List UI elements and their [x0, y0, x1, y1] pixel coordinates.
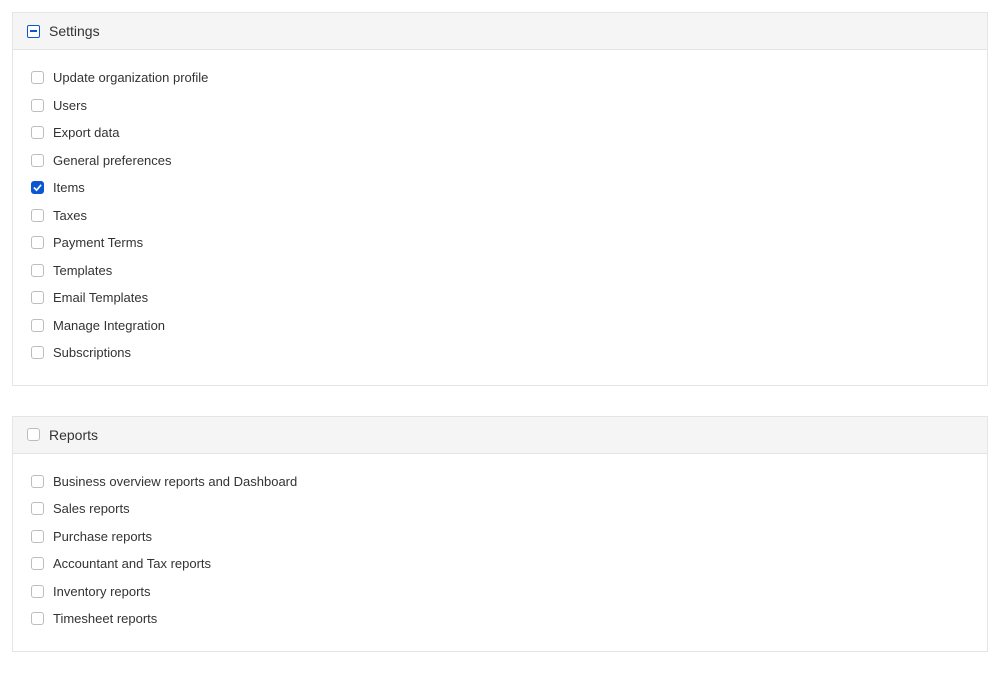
option-inventory-reports: Inventory reports	[31, 578, 969, 606]
checkbox-icon[interactable]	[31, 209, 44, 222]
option-label[interactable]: Update organization profile	[53, 68, 208, 88]
option-general-preferences: General preferences	[31, 147, 969, 175]
checkbox-icon[interactable]	[31, 154, 44, 167]
checkbox-icon[interactable]	[31, 475, 44, 488]
option-export-data: Export data	[31, 119, 969, 147]
checkbox-icon[interactable]	[31, 181, 44, 194]
option-users: Users	[31, 92, 969, 120]
checkbox-icon[interactable]	[31, 126, 44, 139]
reports-body: Business overview reports and Dashboard …	[13, 454, 987, 651]
option-taxes: Taxes	[31, 202, 969, 230]
settings-title: Settings	[49, 23, 100, 39]
option-items: Items	[31, 174, 969, 202]
option-label[interactable]: Timesheet reports	[53, 609, 157, 629]
option-label[interactable]: Sales reports	[53, 499, 130, 519]
checkbox-icon[interactable]	[31, 502, 44, 515]
checkbox-icon[interactable]	[31, 585, 44, 598]
checkbox-icon[interactable]	[31, 264, 44, 277]
option-manage-integration: Manage Integration	[31, 312, 969, 340]
checkbox-icon[interactable]	[31, 530, 44, 543]
checkbox-icon[interactable]	[31, 71, 44, 84]
option-label[interactable]: Manage Integration	[53, 316, 165, 336]
option-label[interactable]: Inventory reports	[53, 582, 151, 602]
reports-panel: Reports Business overview reports and Da…	[12, 416, 988, 652]
reports-header: Reports	[13, 417, 987, 454]
checkbox-icon[interactable]	[31, 99, 44, 112]
option-label[interactable]: Accountant and Tax reports	[53, 554, 211, 574]
checkbox-icon[interactable]	[27, 428, 40, 441]
option-sales-reports: Sales reports	[31, 495, 969, 523]
checkbox-icon[interactable]	[31, 346, 44, 359]
option-label[interactable]: Export data	[53, 123, 120, 143]
option-update-organization-profile: Update organization profile	[31, 64, 969, 92]
option-label[interactable]: Purchase reports	[53, 527, 152, 547]
minus-square-icon[interactable]	[27, 25, 40, 38]
settings-body: Update organization profile Users Export…	[13, 50, 987, 385]
checkbox-icon[interactable]	[31, 612, 44, 625]
option-purchase-reports: Purchase reports	[31, 523, 969, 551]
option-label[interactable]: Payment Terms	[53, 233, 143, 253]
checkbox-icon[interactable]	[31, 236, 44, 249]
option-label[interactable]: General preferences	[53, 151, 172, 171]
option-accountant-tax-reports: Accountant and Tax reports	[31, 550, 969, 578]
checkbox-icon[interactable]	[31, 557, 44, 570]
option-label[interactable]: Items	[53, 178, 85, 198]
option-label[interactable]: Email Templates	[53, 288, 148, 308]
settings-panel: Settings Update organization profile Use…	[12, 12, 988, 386]
option-label[interactable]: Subscriptions	[53, 343, 131, 363]
option-label[interactable]: Taxes	[53, 206, 87, 226]
option-email-templates: Email Templates	[31, 284, 969, 312]
checkbox-icon[interactable]	[31, 291, 44, 304]
option-label[interactable]: Business overview reports and Dashboard	[53, 472, 297, 492]
option-templates: Templates	[31, 257, 969, 285]
option-timesheet-reports: Timesheet reports	[31, 605, 969, 633]
reports-title: Reports	[49, 427, 98, 443]
option-subscriptions: Subscriptions	[31, 339, 969, 367]
option-label[interactable]: Users	[53, 96, 87, 116]
settings-header: Settings	[13, 13, 987, 50]
option-payment-terms: Payment Terms	[31, 229, 969, 257]
option-business-overview-reports: Business overview reports and Dashboard	[31, 468, 969, 496]
checkbox-icon[interactable]	[31, 319, 44, 332]
option-label[interactable]: Templates	[53, 261, 112, 281]
